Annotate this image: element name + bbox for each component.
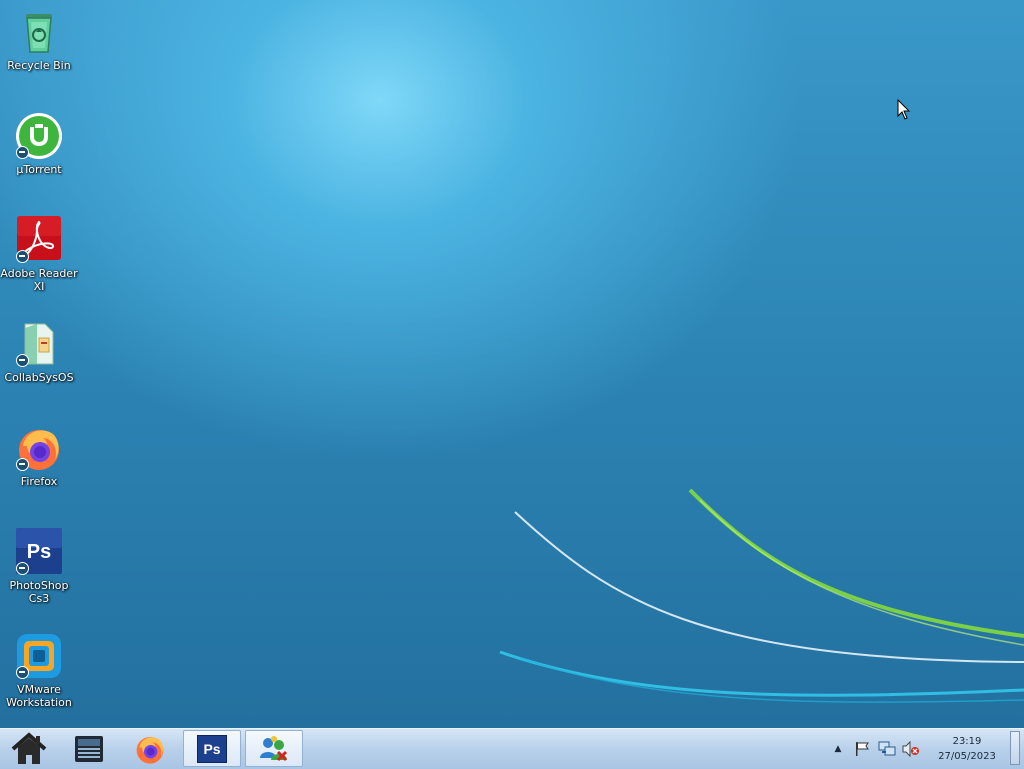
- desktop: Recycle Bin µTorrent Adobe Reader XI Col…: [0, 0, 1024, 728]
- desktop-icon-label: µTorrent: [16, 163, 62, 176]
- taskbar-home-button[interactable]: [0, 730, 58, 767]
- firefox-icon: [136, 736, 164, 764]
- desktop-icon-adobe-reader[interactable]: Adobe Reader XI: [0, 208, 78, 293]
- desktop-icon-vmware[interactable]: VMware Workstation: [0, 624, 78, 709]
- photoshop-glyph: Ps: [203, 740, 221, 757]
- svg-text:Ps: Ps: [27, 541, 51, 563]
- show-hidden-icons-icon[interactable]: ▲: [832, 744, 844, 754]
- home-icon: [11, 731, 47, 764]
- photoshop-icon: Ps: [197, 734, 227, 763]
- clock-time: 23:19: [952, 736, 982, 747]
- shortcut-arrow-icon: [16, 250, 29, 263]
- desktop-icon-label: Adobe Reader XI: [0, 267, 78, 293]
- desktop-icon-label: Firefox: [20, 475, 58, 488]
- desktop-icon-collabsysos[interactable]: CollabSysOS: [0, 312, 78, 384]
- taskbar-clock[interactable]: 23:19 27/05/2023: [928, 734, 1006, 764]
- show-desktop-button[interactable]: [1010, 731, 1020, 765]
- taskbar-firefox-button[interactable]: [121, 730, 179, 767]
- shortcut-arrow-icon: [16, 666, 29, 679]
- desktop-icon-label: CollabSysOS: [4, 371, 74, 384]
- wallpaper-swoosh: [499, 488, 1024, 703]
- system-tray: ▲: [832, 729, 920, 769]
- volume-muted-icon[interactable]: [902, 741, 920, 757]
- desktop-icon-recycle-bin[interactable]: Recycle Bin: [0, 0, 78, 72]
- people-network-icon: [260, 735, 288, 761]
- taskbar-network-people-button[interactable]: [245, 730, 303, 767]
- taskbar: Ps ▲ 23:19 27/05/2023: [0, 728, 1024, 769]
- mouse-cursor-icon: [897, 99, 911, 120]
- shortcut-arrow-icon: [16, 146, 29, 159]
- network-icon[interactable]: [878, 741, 896, 757]
- desktop-icon-firefox[interactable]: Firefox: [0, 416, 78, 488]
- shortcut-arrow-icon: [16, 458, 29, 471]
- flag-icon[interactable]: [854, 741, 870, 757]
- recycle-bin-icon: [26, 14, 52, 53]
- shortcut-arrow-icon: [16, 562, 29, 575]
- desktop-icon-label: PhotoShop Cs3: [9, 579, 69, 605]
- file-manager-icon: [75, 735, 103, 762]
- desktop-icon-label: Recycle Bin: [7, 59, 71, 72]
- desktop-icon-utorrent[interactable]: µTorrent: [0, 104, 78, 176]
- desktop-icon-label: VMware Workstation: [6, 683, 72, 709]
- desktop-icon-photoshop[interactable]: Ps PhotoShop Cs3: [0, 520, 78, 605]
- shortcut-arrow-icon: [16, 354, 29, 367]
- taskbar-photoshop-button[interactable]: Ps: [183, 730, 241, 767]
- taskbar-file-manager-button[interactable]: [60, 730, 118, 767]
- clock-date: 27/05/2023: [938, 751, 996, 762]
